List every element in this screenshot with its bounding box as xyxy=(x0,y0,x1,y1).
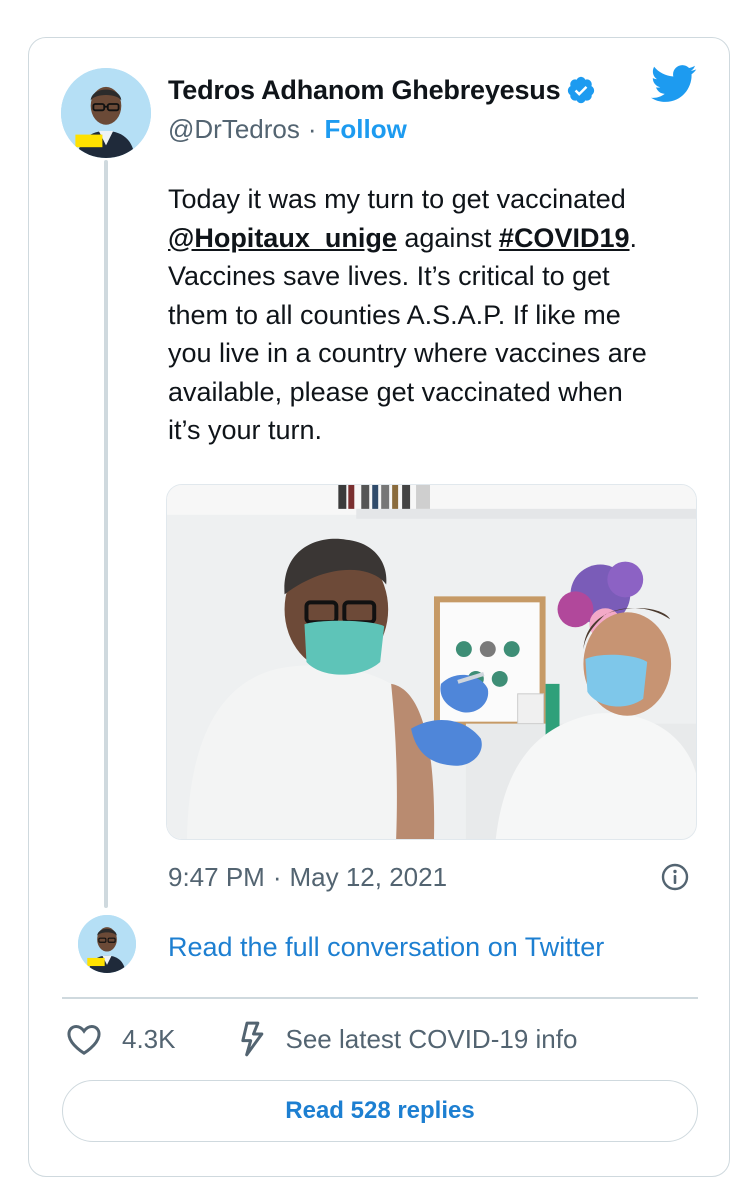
vaccination-photo-illustration xyxy=(167,485,696,839)
tweet-text-line: you live in a country where vaccines are xyxy=(168,334,708,373)
separator-dot: · xyxy=(307,113,317,144)
read-full-conversation-link[interactable]: Read the full conversation on Twitter xyxy=(168,928,604,966)
covid-info-link[interactable]: See latest COVID-19 info xyxy=(286,1024,578,1055)
lightning-bolt-icon xyxy=(232,1019,272,1059)
tweet-text-segment: them to all counties A.S.A.P. If like me xyxy=(168,299,621,330)
tweet-timestamp[interactable]: 9:47 PM · May 12, 2021 xyxy=(168,858,447,896)
avatar-portrait-image xyxy=(61,68,151,158)
tweet-photo[interactable] xyxy=(166,484,697,840)
tweet-actions: 4.3K See latest COVID-19 info xyxy=(64,1016,577,1062)
tweet-text-segment: against xyxy=(396,222,499,253)
thread-connector-line xyxy=(104,160,108,908)
tweet-text: Today it was my turn to get vaccinated @… xyxy=(168,180,708,450)
tweet-text-line: Vaccines save lives. It’s critical to ge… xyxy=(168,257,708,296)
tweet-time: 9:47 PM xyxy=(168,861,265,892)
avatar-portrait-image xyxy=(78,915,136,973)
tweet-date: May 12, 2021 xyxy=(289,861,448,892)
tweet-text-segment: it’s your turn. xyxy=(168,415,323,445)
tweet-text-line: it’s your turn. xyxy=(168,411,708,450)
tweet-text-line: them to all counties A.S.A.P. If like me xyxy=(168,296,708,335)
divider xyxy=(62,997,698,999)
tweet-text-segment: you live in a country where vaccines are xyxy=(168,338,647,368)
separator-dot: · xyxy=(272,861,282,892)
author-handle-row: @DrTedros · Follow xyxy=(168,110,407,148)
heart-icon[interactable] xyxy=(64,1019,104,1059)
twitter-bird-icon[interactable] xyxy=(650,64,697,104)
hashtag-link[interactable]: #COVID19 xyxy=(499,223,630,253)
author-name-row: Tedros Adhanom Ghebreyesus xyxy=(168,70,596,110)
tweet-text-line: Today it was my turn to get vaccinated xyxy=(168,180,708,219)
tweet-text-line: available, please get vaccinated when xyxy=(168,373,708,412)
follow-button[interactable]: Follow xyxy=(325,114,407,145)
tweet-text-segment: Vaccines save lives. It’s critical to ge… xyxy=(168,261,610,291)
author-display-name[interactable]: Tedros Adhanom Ghebreyesus xyxy=(168,75,561,106)
conversation-avatar[interactable] xyxy=(78,915,136,973)
tweet-text-segment: . xyxy=(629,222,637,253)
mention-link[interactable]: @Hopitaux_unige xyxy=(168,223,397,253)
tweet-text-line: @Hopitaux_unige against #COVID19. xyxy=(168,219,708,258)
tweet-text-segment: Today it was my turn to get vaccinated xyxy=(168,184,626,214)
verified-badge-icon xyxy=(566,75,596,105)
author-avatar[interactable] xyxy=(61,68,151,158)
author-handle[interactable]: @DrTedros xyxy=(168,114,300,145)
like-count[interactable]: 4.3K xyxy=(122,1024,176,1055)
info-circle-icon[interactable] xyxy=(660,862,690,892)
tweet-text-segment: available, please get vaccinated when xyxy=(168,376,623,407)
read-replies-button[interactable]: Read 528 replies xyxy=(62,1080,698,1142)
